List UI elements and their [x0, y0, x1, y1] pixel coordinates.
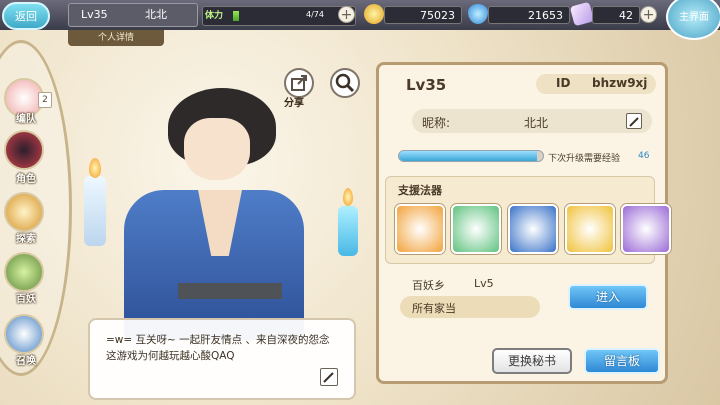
artifact-slot-3[interactable]	[508, 204, 558, 254]
player-level: Lv35	[81, 8, 108, 21]
nav-explore-label[interactable]: 探索	[6, 230, 46, 245]
candle-right-flame	[343, 188, 353, 206]
player-name: 北北	[145, 8, 167, 21]
exp-label: 下次升级需要经验	[548, 154, 621, 164]
search-icon[interactable]	[330, 68, 360, 98]
nickname-row: 昵称: 北北	[412, 109, 652, 133]
stamina-label: 体力	[205, 11, 224, 21]
change-secretary-button[interactable]: 更换秘书	[492, 348, 572, 374]
yokai-village-level: Lv5	[474, 277, 494, 290]
candle-right	[338, 206, 358, 256]
signature-bubble: =w= 互关呀~ 一起肝友情点 、来自深夜的怨念 这游戏为何越玩越心酸QAQ	[88, 318, 356, 400]
add-ticket-button[interactable]: +	[640, 6, 657, 23]
stamina-bar: 体力	[202, 6, 356, 26]
nickname-label: 昵称:	[422, 116, 451, 130]
nav-summon-icon[interactable]	[4, 314, 44, 354]
add-stamina-button[interactable]: +	[338, 6, 355, 23]
exp-value: 46	[638, 151, 650, 161]
ticket-amount: 42	[592, 6, 640, 24]
id-label: ID	[556, 76, 571, 90]
nav-yokai-label[interactable]: 百妖	[6, 290, 46, 305]
artifact-slot-5[interactable]	[621, 204, 671, 254]
artifact-slot-4[interactable]	[565, 204, 615, 254]
edit-nickname-icon[interactable]	[626, 113, 642, 129]
stamina-fill	[233, 11, 239, 21]
player-level-box: Lv35 北北	[68, 3, 198, 27]
back-button[interactable]: 返回	[2, 2, 50, 30]
id-value: bhzw9xj	[592, 76, 648, 90]
stamina-value: 4/74	[306, 10, 324, 19]
belongings-label: 所有家当	[412, 302, 456, 315]
nav-yokai-icon[interactable]	[4, 252, 44, 292]
player-id: ID bhzw9xj	[536, 74, 656, 94]
gold-amount: 75023	[384, 6, 462, 24]
belongings-box: 所有家当	[400, 296, 540, 318]
nav-explore-icon[interactable]	[4, 192, 44, 232]
enter-button[interactable]: 进入	[568, 284, 648, 310]
support-artifacts-title: 支援法器	[398, 184, 442, 197]
magnifier-icon	[335, 73, 355, 93]
share-arrow-icon	[291, 75, 307, 91]
nav-team-badge: 2	[38, 92, 52, 108]
nav-summon-label[interactable]: 召唤	[6, 352, 46, 367]
message-board-button[interactable]: 留言板	[584, 348, 660, 374]
profile-level: Lv35	[406, 76, 447, 94]
gem-amount: 21653	[488, 6, 570, 24]
signature-text: =w= 互关呀~ 一起肝友情点 、来自深夜的怨念 这游戏为何越玩越心酸QAQ	[106, 334, 330, 362]
character-face[interactable]	[184, 118, 250, 180]
gold-coin-icon	[364, 4, 384, 24]
yokai-village-label: 百妖乡	[412, 279, 445, 292]
artifact-slot-2[interactable]	[451, 204, 501, 254]
nickname-value: 北北	[524, 116, 549, 130]
nav-character-icon[interactable]	[4, 130, 44, 170]
exp-fill	[399, 151, 538, 161]
candle-left-flame	[89, 158, 101, 178]
share-label: 分享	[284, 98, 304, 109]
exp-bar	[398, 150, 544, 162]
nav-character-label[interactable]: 角色	[6, 170, 46, 185]
tab-personal-details[interactable]: 个人详情	[68, 30, 164, 46]
candle-left	[84, 176, 106, 246]
artifact-slot-1[interactable]	[395, 204, 445, 254]
character-sash	[178, 283, 282, 299]
edit-signature-icon[interactable]	[320, 368, 338, 386]
nav-team-label[interactable]: 编队	[6, 110, 46, 125]
